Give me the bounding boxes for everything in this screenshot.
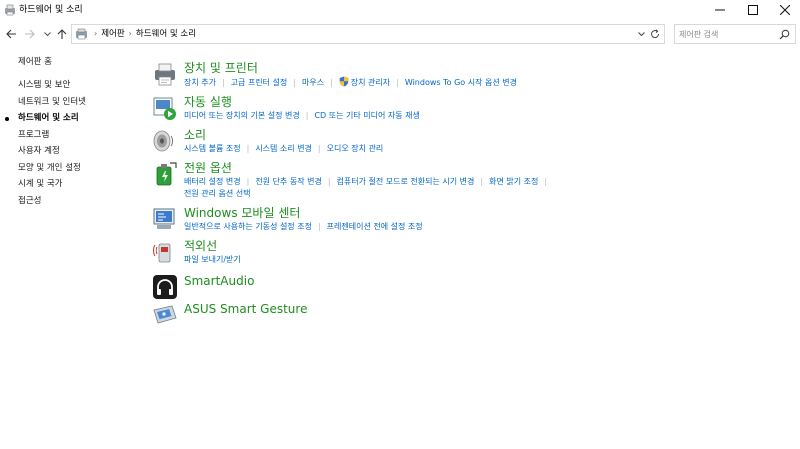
- sidebar-item-user-accounts[interactable]: 사용자 계정: [18, 146, 60, 157]
- link-change-media-defaults[interactable]: 미디어 또는 장치의 기본 설정 변경: [184, 111, 300, 120]
- link-advanced-printer-setup[interactable]: 고급 프린터 설정: [231, 78, 288, 87]
- uac-shield-icon: [339, 76, 349, 87]
- control-panel-icon: [76, 28, 87, 40]
- power-battery-icon: [156, 162, 177, 186]
- link-adjust-presentation-settings[interactable]: 프레젠테이션 전에 설정 조정: [327, 222, 423, 231]
- link-divider: |: [317, 222, 321, 231]
- link-send-receive-files[interactable]: 파일 보내기/받기: [184, 255, 241, 264]
- sidebar-item-ease-of-access[interactable]: 접근성: [18, 196, 41, 207]
- maximize-icon: [748, 5, 758, 15]
- smartaudio-icon: [153, 275, 177, 299]
- category-title-smartaudio[interactable]: SmartAudio: [184, 274, 254, 288]
- category-links: 일반적으로 사용하는 기동성 설정 조정 | 프레젠테이션 전에 설정 조정: [184, 221, 784, 233]
- link-windows-to-go[interactable]: Windows To Go 시작 옵션 변경: [405, 78, 517, 87]
- chevron-down-icon: [43, 31, 51, 36]
- minimize-button[interactable]: [705, 0, 735, 20]
- maximize-button[interactable]: [738, 0, 768, 20]
- sidebar-item-system-security[interactable]: 시스템 및 보안: [18, 80, 70, 91]
- forward-button[interactable]: [22, 26, 36, 42]
- category-title-sound[interactable]: 소리: [184, 128, 206, 142]
- link-divider: |: [221, 78, 225, 87]
- breadcrumb-separator-icon: ›: [128, 29, 132, 38]
- hardware-sound-icon: [5, 4, 15, 16]
- category-title-devices-printers[interactable]: 장치 및 프린터: [184, 61, 258, 75]
- link-play-cds-automatically[interactable]: CD 또는 기타 미디어 자동 재생: [314, 111, 419, 120]
- back-button[interactable]: [4, 26, 18, 42]
- category-links: 시스템 볼륨 조정 | 시스템 소리 변경 | 오디오 장치 관리: [184, 143, 784, 155]
- link-divider: |: [396, 78, 399, 87]
- link-change-sleep-time[interactable]: 컴퓨터가 절전 모드로 전환되는 시기 변경: [337, 177, 475, 186]
- window-title: 하드웨어 및 소리: [19, 5, 83, 15]
- back-arrow-icon: [5, 29, 16, 39]
- chevron-down-icon: [637, 31, 645, 36]
- link-add-device[interactable]: 장치 추가: [184, 78, 216, 87]
- speaker-icon: [153, 130, 173, 152]
- link-change-system-sounds[interactable]: 시스템 소리 변경: [255, 144, 312, 153]
- sidebar-item-appearance[interactable]: 모양 및 개인 설정: [18, 163, 81, 174]
- breadcrumb-control-panel[interactable]: 제어판: [101, 29, 124, 39]
- link-adjust-system-volume[interactable]: 시스템 볼륨 조정: [184, 144, 241, 153]
- autoplay-icon: [153, 97, 176, 120]
- link-divider: |: [305, 111, 309, 120]
- link-mouse[interactable]: 마우스: [302, 78, 324, 87]
- link-adjust-brightness[interactable]: 화면 밝기 조정: [489, 177, 538, 186]
- title-bar: 하드웨어 및 소리: [0, 0, 800, 20]
- sidebar-item-network-internet[interactable]: 네트워크 및 인터넷: [18, 97, 86, 108]
- printer-icon: [155, 63, 175, 86]
- minimize-icon: [715, 9, 725, 11]
- refresh-icon: [651, 29, 660, 39]
- up-arrow-icon: [57, 28, 67, 39]
- sidebar-home-link[interactable]: 제어판 홈: [18, 57, 52, 68]
- link-choose-power-plan[interactable]: 전원 관리 옵션 선택: [184, 189, 251, 198]
- close-button[interactable]: [770, 0, 800, 20]
- navigation-bar: › 제어판 › 하드웨어 및 소리: [0, 24, 800, 44]
- link-divider: |: [544, 177, 548, 186]
- current-page-bullet-icon: [5, 117, 9, 121]
- link-divider: |: [327, 177, 331, 186]
- link-divider: |: [330, 78, 333, 87]
- category-links: 장치 추가 | 고급 프린터 설정 | 마우스 | 장치 관리자 | Windows To Go…: [184, 76, 784, 89]
- address-dropdown-button[interactable]: [636, 28, 646, 40]
- search-input[interactable]: [679, 28, 777, 41]
- sidebar-item-clock-region[interactable]: 시계 및 국가: [18, 179, 63, 190]
- address-bar[interactable]: › 제어판 › 하드웨어 및 소리: [71, 24, 665, 44]
- category-links: 파일 보내기/받기: [184, 254, 784, 266]
- touchpad-icon: [153, 305, 177, 324]
- link-change-power-buttons[interactable]: 전원 단추 동작 변경: [255, 177, 322, 186]
- up-button[interactable]: [55, 26, 69, 42]
- sidebar-item-hardware-sound[interactable]: 하드웨어 및 소리: [18, 113, 79, 124]
- close-icon: [780, 5, 790, 15]
- link-divider: |: [317, 144, 321, 153]
- category-title-mobility-center[interactable]: Windows 모바일 센터: [184, 206, 300, 220]
- link-divider: |: [246, 177, 250, 186]
- search-icon[interactable]: [779, 29, 790, 40]
- recent-locations-button[interactable]: [40, 26, 54, 42]
- mobility-center-icon: [153, 208, 175, 229]
- category-title-asus-smart-gesture[interactable]: ASUS Smart Gesture: [184, 302, 307, 316]
- link-change-battery-settings[interactable]: 배터리 설정 변경: [184, 177, 241, 186]
- link-adjust-mobility-settings[interactable]: 일반적으로 사용하는 기동성 설정 조정: [184, 222, 312, 231]
- breadcrumb-separator-icon: ›: [94, 29, 98, 38]
- refresh-button[interactable]: [649, 28, 661, 40]
- link-divider: |: [246, 144, 250, 153]
- link-divider: |: [293, 78, 296, 87]
- search-box[interactable]: [674, 24, 796, 44]
- category-links: 배터리 설정 변경 | 전원 단추 동작 변경 | 컴퓨터가 절전 모드로 전환되는 시…: [184, 176, 784, 200]
- link-device-manager[interactable]: 장치 관리자: [351, 78, 390, 87]
- breadcrumb-hardware-sound[interactable]: 하드웨어 및 소리: [136, 29, 196, 39]
- category-links: 미디어 또는 장치의 기본 설정 변경 | CD 또는 기타 미디어 자동 재생: [184, 110, 784, 122]
- link-manage-audio-devices[interactable]: 오디오 장치 관리: [327, 144, 384, 153]
- category-title-infrared[interactable]: 적외선: [184, 239, 217, 253]
- infrared-icon: [153, 243, 171, 263]
- breadcrumb: › 제어판 › 하드웨어 및 소리: [90, 28, 196, 40]
- category-title-autoplay[interactable]: 자동 실행: [184, 95, 232, 109]
- forward-arrow-icon: [24, 29, 35, 39]
- sidebar-item-programs[interactable]: 프로그램: [18, 130, 49, 141]
- link-divider: |: [480, 177, 484, 186]
- category-title-power-options[interactable]: 전원 옵션: [184, 161, 232, 175]
